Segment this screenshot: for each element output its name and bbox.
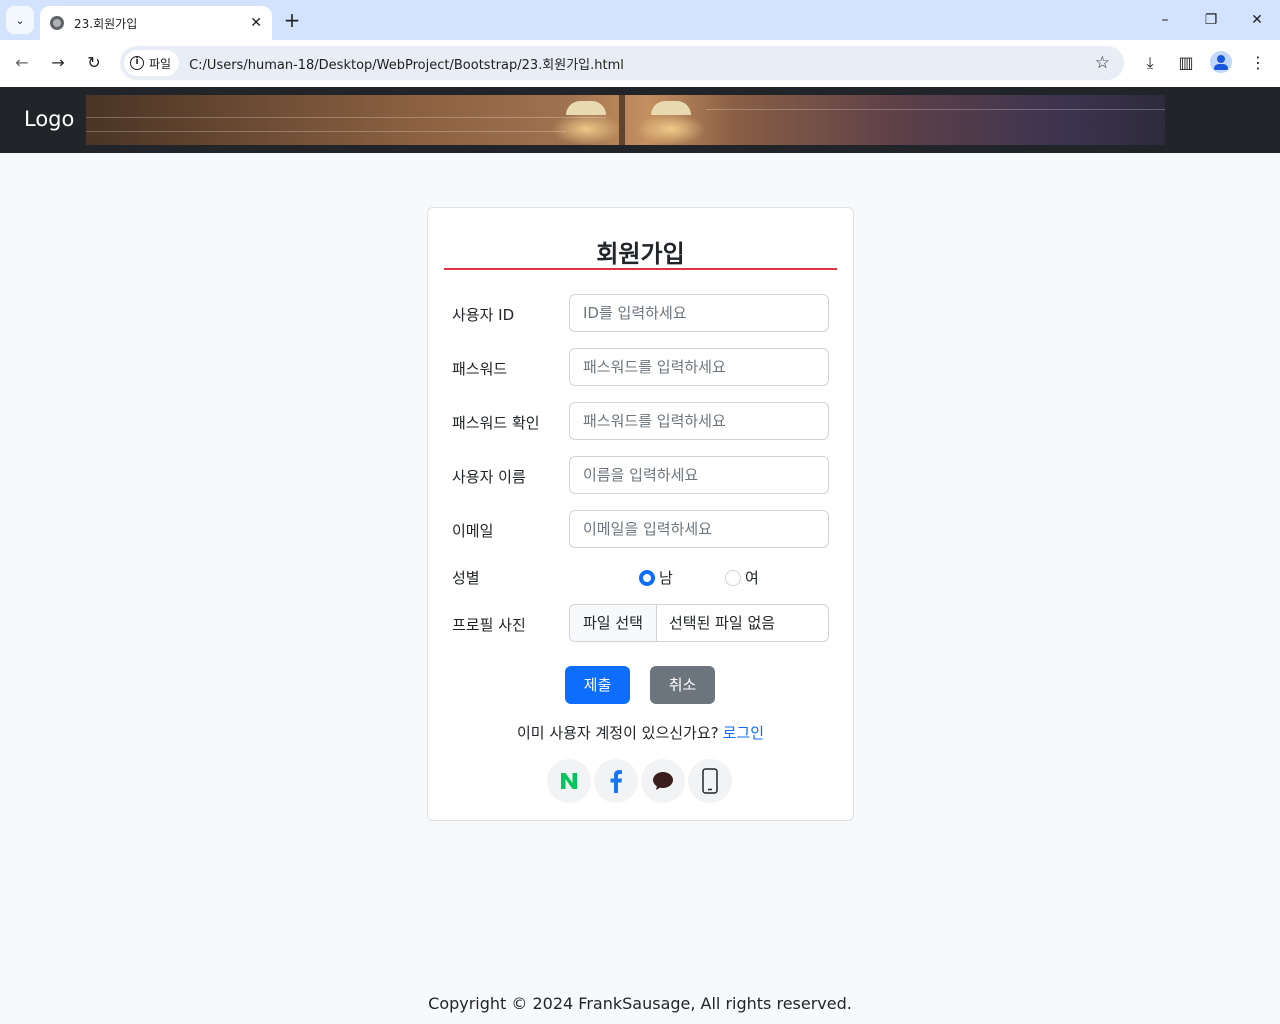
naver-icon: [561, 773, 577, 789]
profile-avatar-icon[interactable]: [1210, 51, 1232, 73]
site-logo[interactable]: Logo: [24, 107, 74, 131]
chip-label: 파일: [149, 56, 172, 71]
facebook-login-button[interactable]: [594, 759, 638, 803]
back-button[interactable]: ←: [10, 51, 34, 75]
phone-icon: [702, 768, 718, 794]
title-divider: [444, 268, 837, 270]
browser-tab-bar: ⌄ 23.회원가입 ✕ + – ❐ ✕: [0, 0, 1280, 40]
gender-label: 성별: [452, 569, 480, 587]
globe-icon: [50, 16, 64, 30]
tab-title: 23.회원가입: [74, 16, 138, 31]
radio-unchecked-icon: [725, 569, 741, 586]
password-label: 패스워드: [452, 360, 508, 378]
password-confirm-label: 패스워드 확인: [452, 414, 540, 432]
restore-button[interactable]: ❐: [1196, 8, 1226, 32]
email-input[interactable]: [569, 510, 829, 548]
submit-button[interactable]: 제출: [565, 666, 630, 704]
password-input[interactable]: [569, 348, 829, 386]
profile-photo-label: 프로필 사진: [452, 616, 526, 634]
login-link[interactable]: 로그인: [723, 724, 764, 742]
naver-login-button[interactable]: [547, 759, 591, 803]
more-menu-icon[interactable]: ⋮: [1246, 51, 1270, 75]
user-id-label: 사용자 ID: [452, 306, 515, 324]
reload-button[interactable]: ↻: [82, 51, 106, 75]
tab-search-button[interactable]: ⌄: [6, 6, 34, 34]
browser-toolbar: ← → ↻ i 파일 C:/Users/human-18/Desktop/Web…: [0, 40, 1280, 87]
user-name-input[interactable]: [569, 456, 829, 494]
facebook-icon: [610, 770, 622, 793]
user-name-label: 사용자 이름: [452, 468, 526, 486]
download-icon[interactable]: ⤓: [1138, 51, 1162, 75]
page-title: 회원가입: [596, 240, 685, 268]
kakao-icon: [653, 772, 673, 790]
login-prompt-text: 이미 사용자 계정이 있으신가요?: [516, 724, 719, 742]
choose-file-button[interactable]: 파일 선택: [570, 605, 657, 641]
address-bar[interactable]: i 파일 C:/Users/human-18/Desktop/WebProjec…: [120, 46, 1124, 80]
password-confirm-input[interactable]: [569, 402, 829, 440]
info-icon: i: [130, 56, 144, 70]
page-footer: Copyright © 2024 FrankSausage, All right…: [428, 994, 852, 1013]
gender-female-radio[interactable]: 여: [725, 567, 759, 588]
signup-card: 회원가입 사용자 ID 패스워드 패스워드 확인 사용자 이름 이메일 성별 남…: [427, 207, 854, 821]
site-navbar: Logo: [0, 87, 1280, 153]
kakao-login-button[interactable]: [641, 759, 685, 803]
banner-image: [86, 95, 1165, 145]
bookmark-star-icon[interactable]: ☆: [1095, 53, 1110, 73]
gender-male-label: 남: [659, 569, 673, 587]
cancel-button[interactable]: 취소: [650, 666, 715, 704]
radio-checked-icon: [639, 569, 655, 586]
close-window-button[interactable]: ✕: [1242, 8, 1272, 32]
side-panel-icon[interactable]: ▥: [1174, 51, 1198, 75]
gender-female-label: 여: [745, 569, 759, 587]
chevron-down-icon: ⌄: [15, 13, 25, 27]
minimize-button[interactable]: –: [1150, 8, 1180, 32]
close-tab-icon[interactable]: ✕: [250, 15, 262, 31]
user-id-input[interactable]: [569, 294, 829, 332]
profile-photo-file-input[interactable]: 파일 선택 선택된 파일 없음: [569, 604, 829, 642]
browser-tab[interactable]: 23.회원가입 ✕: [40, 6, 272, 40]
phone-login-button[interactable]: [688, 759, 732, 803]
email-label: 이메일: [452, 522, 494, 540]
gender-male-radio[interactable]: 남: [639, 567, 673, 588]
forward-button[interactable]: →: [46, 51, 70, 75]
url-text[interactable]: C:/Users/human-18/Desktop/WebProject/Boo…: [189, 54, 1095, 73]
login-prompt: 이미 사용자 계정이 있으신가요? 로그인: [428, 722, 853, 743]
site-info-chip[interactable]: i 파일: [124, 50, 180, 76]
file-status-text: 선택된 파일 없음: [668, 614, 776, 632]
new-tab-button[interactable]: +: [282, 8, 302, 32]
